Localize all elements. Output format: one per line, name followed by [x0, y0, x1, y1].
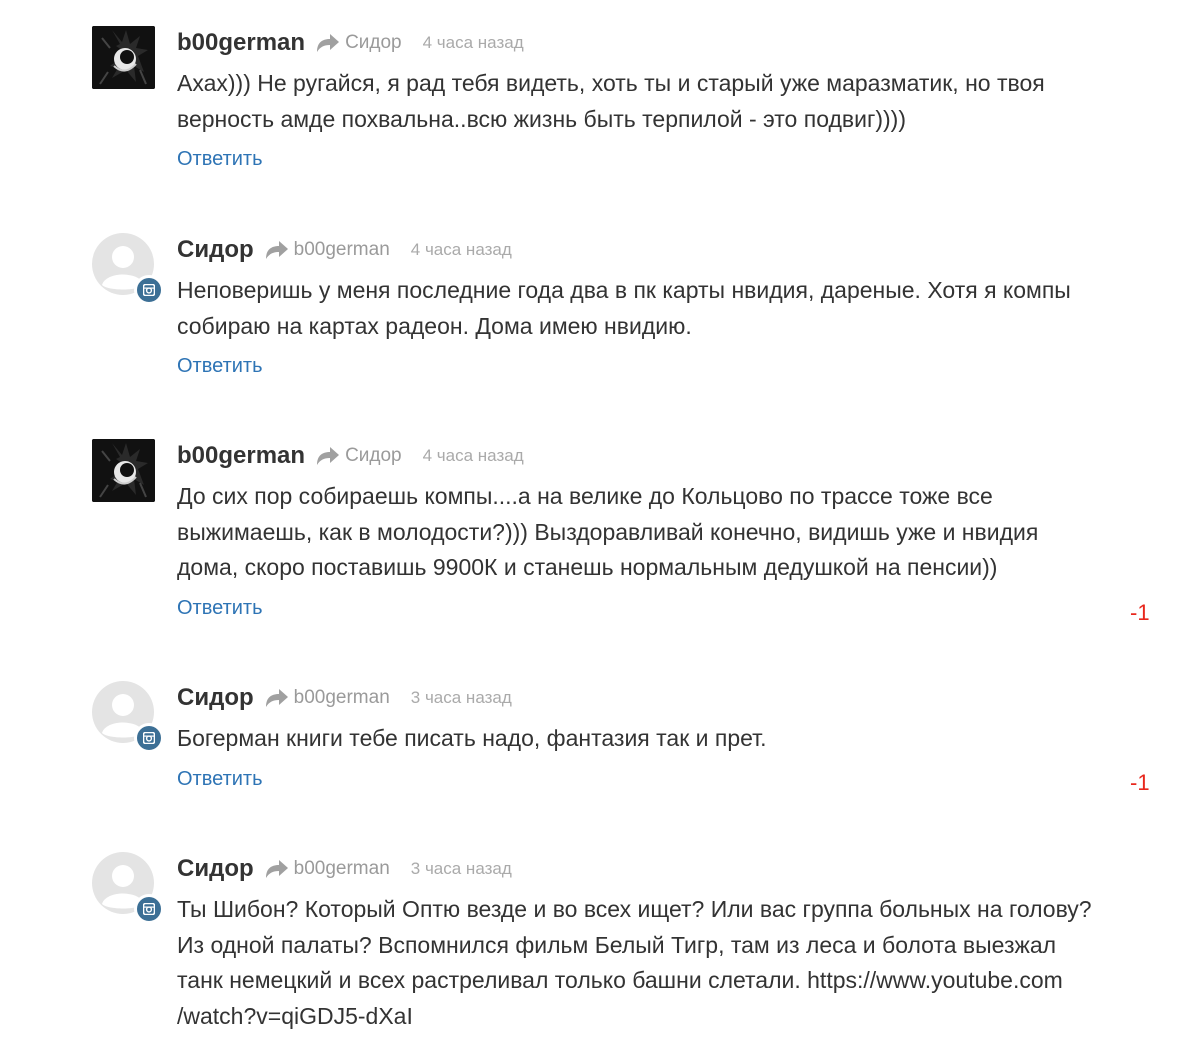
social-network-badge-icon — [134, 275, 164, 305]
avatar[interactable] — [92, 681, 164, 753]
comment-line: Из одной палаты? Вспомнился фильм Белый … — [177, 931, 1057, 958]
avatar[interactable] — [92, 26, 155, 89]
comment-line: Неповеришь у меня последние года два в п… — [177, 277, 1071, 303]
reply-arrow-icon — [264, 239, 290, 261]
comment-timestamp[interactable]: 4 часа назад — [411, 240, 512, 260]
comment-header: Сидор b00german 4 часа назад — [177, 233, 512, 267]
comment-thread: b00german Сидор 4 часа назад Ахах))) Не … — [0, 0, 1192, 1037]
comment-line: собираю на картах радеон. Дома имею нвид… — [177, 312, 692, 339]
comment-header: Сидор b00german 3 часа назад — [177, 681, 512, 715]
reply-to-user[interactable]: b00german — [294, 858, 390, 880]
comment-line: До сих пор собираешь компы....а на велик… — [177, 483, 993, 509]
reply-arrow-icon — [264, 687, 290, 709]
reply-link[interactable]: Ответить — [177, 768, 263, 791]
comment-header: b00german Сидор 4 часа назад — [177, 26, 524, 60]
dark-creature-avatar-icon — [92, 439, 155, 502]
comment-author[interactable]: Сидор — [177, 855, 254, 883]
comment-text: Ахах))) Не ругайся, я рад тебя видеть, х… — [177, 66, 1167, 137]
social-network-badge-icon — [134, 894, 164, 924]
comment-timestamp[interactable]: 3 часа назад — [411, 688, 512, 708]
comment-line: выжимаешь, как в молодости?))) Выздоравл… — [177, 518, 1039, 545]
avatar[interactable] — [92, 233, 164, 305]
comment-author[interactable]: b00german — [177, 442, 305, 470]
comment-line: дома, скоро поставишь 9900К и станешь но… — [177, 554, 998, 580]
comment-timestamp[interactable]: 4 часа назад — [423, 446, 524, 466]
social-network-badge-icon — [134, 723, 164, 753]
reply-arrow-icon — [315, 445, 341, 467]
reply-link[interactable]: Ответить — [177, 355, 263, 378]
comment-line: Ахах))) Не ругайся, я рад тебя видеть, х… — [177, 70, 1045, 96]
vote-score: -1 — [1130, 600, 1150, 625]
reply-to-user[interactable]: Сидор — [345, 32, 402, 54]
comment-timestamp[interactable]: 4 часа назад — [423, 33, 524, 53]
comment-timestamp[interactable]: 3 часа назад — [411, 859, 512, 879]
comment-line: /watch?v=qiGDJ5-dXaI — [177, 1002, 413, 1029]
comment-text: Ты Шибон? Который Оптю везде и во всех и… — [177, 892, 1167, 1034]
comment-line: танк немецкий и всех растреливал только … — [177, 967, 1063, 993]
reply-link[interactable]: Ответить — [177, 597, 263, 620]
reply-to-user[interactable]: Сидор — [345, 445, 402, 467]
comment-text: До сих пор собираешь компы....а на велик… — [177, 479, 1167, 586]
comment-text: Неповеришь у меня последние года два в п… — [177, 273, 1167, 344]
reply-to-user[interactable]: b00german — [294, 687, 390, 709]
avatar[interactable] — [92, 852, 164, 924]
comment-header: Сидор b00german 3 часа назад — [177, 852, 512, 886]
avatar[interactable] — [92, 439, 155, 502]
comment-line: Ты Шибон? Который Оптю везде и во всех и… — [177, 896, 1092, 922]
comment-author[interactable]: Сидор — [177, 684, 254, 712]
dark-creature-avatar-icon — [92, 26, 155, 89]
reply-arrow-icon — [315, 32, 341, 54]
comment-author[interactable]: Сидор — [177, 236, 254, 264]
reply-arrow-icon — [264, 858, 290, 880]
comment-author[interactable]: b00german — [177, 29, 305, 57]
comment-line: верность амде похвальна..всю жизнь быть … — [177, 105, 906, 132]
comment-text: Богерман книги тебе писать надо, фантази… — [177, 721, 1167, 757]
vote-score: -1 — [1130, 770, 1150, 795]
reply-to-user[interactable]: b00german — [294, 239, 390, 261]
comment-line: Богерман книги тебе писать надо, фантази… — [177, 725, 767, 751]
comment-header: b00german Сидор 4 часа назад — [177, 439, 524, 473]
reply-link[interactable]: Ответить — [177, 148, 263, 171]
